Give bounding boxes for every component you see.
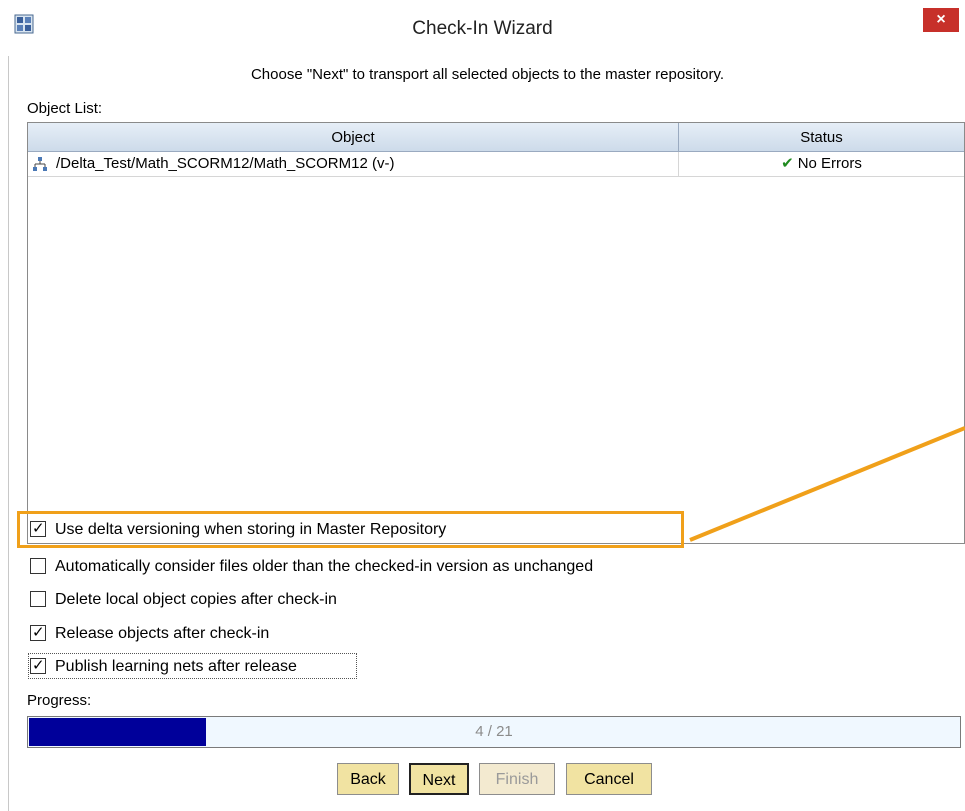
check-in-wizard-window: Check-In Wizard × Choose "Next" to trans…: [0, 0, 965, 811]
callout-pointer-line: [689, 426, 965, 542]
